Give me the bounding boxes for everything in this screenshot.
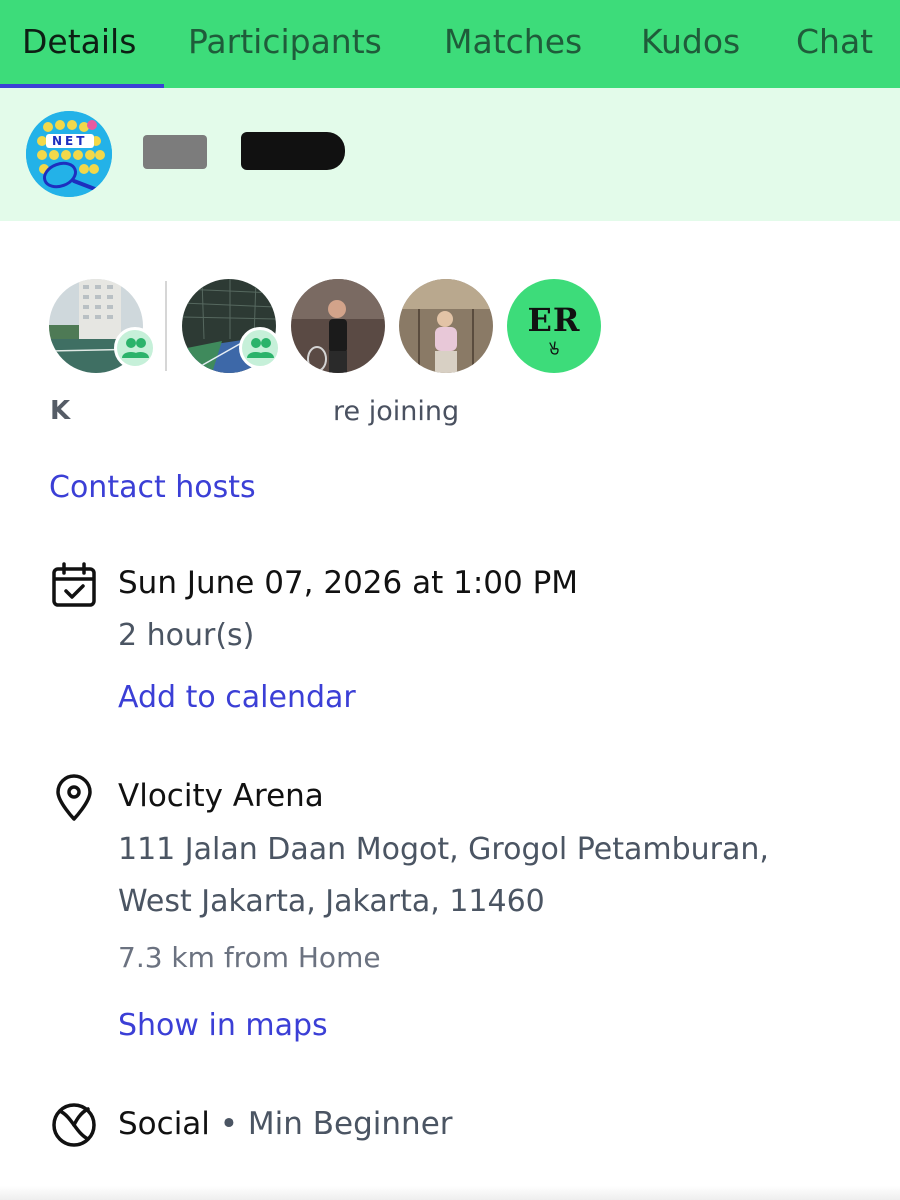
- event-duration: 2 hour(s): [118, 618, 255, 653]
- tennis-racket-icon: [26, 111, 112, 197]
- scroll-edge: [0, 1186, 900, 1200]
- joining-summary-prefix: K: [50, 396, 71, 426]
- people-icon: [122, 338, 149, 358]
- group-header: NET: [0, 88, 900, 221]
- user-photo: [291, 279, 385, 373]
- session-level: Min Beginner: [247, 1106, 453, 1142]
- map-pin-icon: [56, 774, 92, 821]
- joining-summary-suffix: re joining: [333, 396, 460, 427]
- contact-hosts-link[interactable]: Contact hosts: [49, 470, 256, 505]
- avatar-divider: [165, 281, 167, 371]
- group-logo[interactable]: NET: [26, 111, 112, 197]
- avatar-initials: ER: [527, 301, 581, 339]
- people-icon: [247, 338, 274, 358]
- calendar-check-icon: [52, 562, 96, 607]
- tab-bar: Details Participants Matches Kudos Chat: [0, 0, 900, 88]
- session-info: Social • Min Beginner: [118, 1106, 453, 1142]
- group-badge: [239, 327, 281, 369]
- session-separator: •: [209, 1106, 248, 1142]
- participant-avatar-initials[interactable]: ER: [507, 279, 601, 373]
- venue-address-line2: West Jakarta, Jakarta, 11460: [118, 884, 545, 919]
- venue-address-line1: 111 Jalan Daan Mogot, Grogol Petamburan,: [118, 832, 769, 867]
- tab-chat[interactable]: Chat: [796, 22, 873, 61]
- participant-avatar[interactable]: [399, 279, 493, 373]
- user-photo: [399, 279, 493, 373]
- show-in-maps-link[interactable]: Show in maps: [118, 1008, 328, 1043]
- tab-kudos[interactable]: Kudos: [641, 22, 740, 61]
- venue-name: Vlocity Arena: [118, 778, 324, 814]
- group-logo-text: NET: [52, 134, 88, 148]
- tennis-ball-icon: [52, 1103, 96, 1147]
- tab-matches[interactable]: Matches: [444, 22, 582, 61]
- tab-participants[interactable]: Participants: [188, 22, 382, 61]
- session-type: Social: [118, 1106, 210, 1142]
- event-datetime: Sun June 07, 2026 at 1:00 PM: [118, 565, 579, 601]
- group-badge: [114, 327, 156, 369]
- group-name-redaction: [143, 135, 207, 169]
- victory-hand-icon: [549, 341, 559, 355]
- participant-avatar[interactable]: [291, 279, 385, 373]
- group-name-redaction: [241, 132, 345, 170]
- tab-details[interactable]: Details: [22, 22, 136, 61]
- add-to-calendar-link[interactable]: Add to calendar: [118, 680, 356, 715]
- venue-distance: 7.3 km from Home: [118, 941, 381, 974]
